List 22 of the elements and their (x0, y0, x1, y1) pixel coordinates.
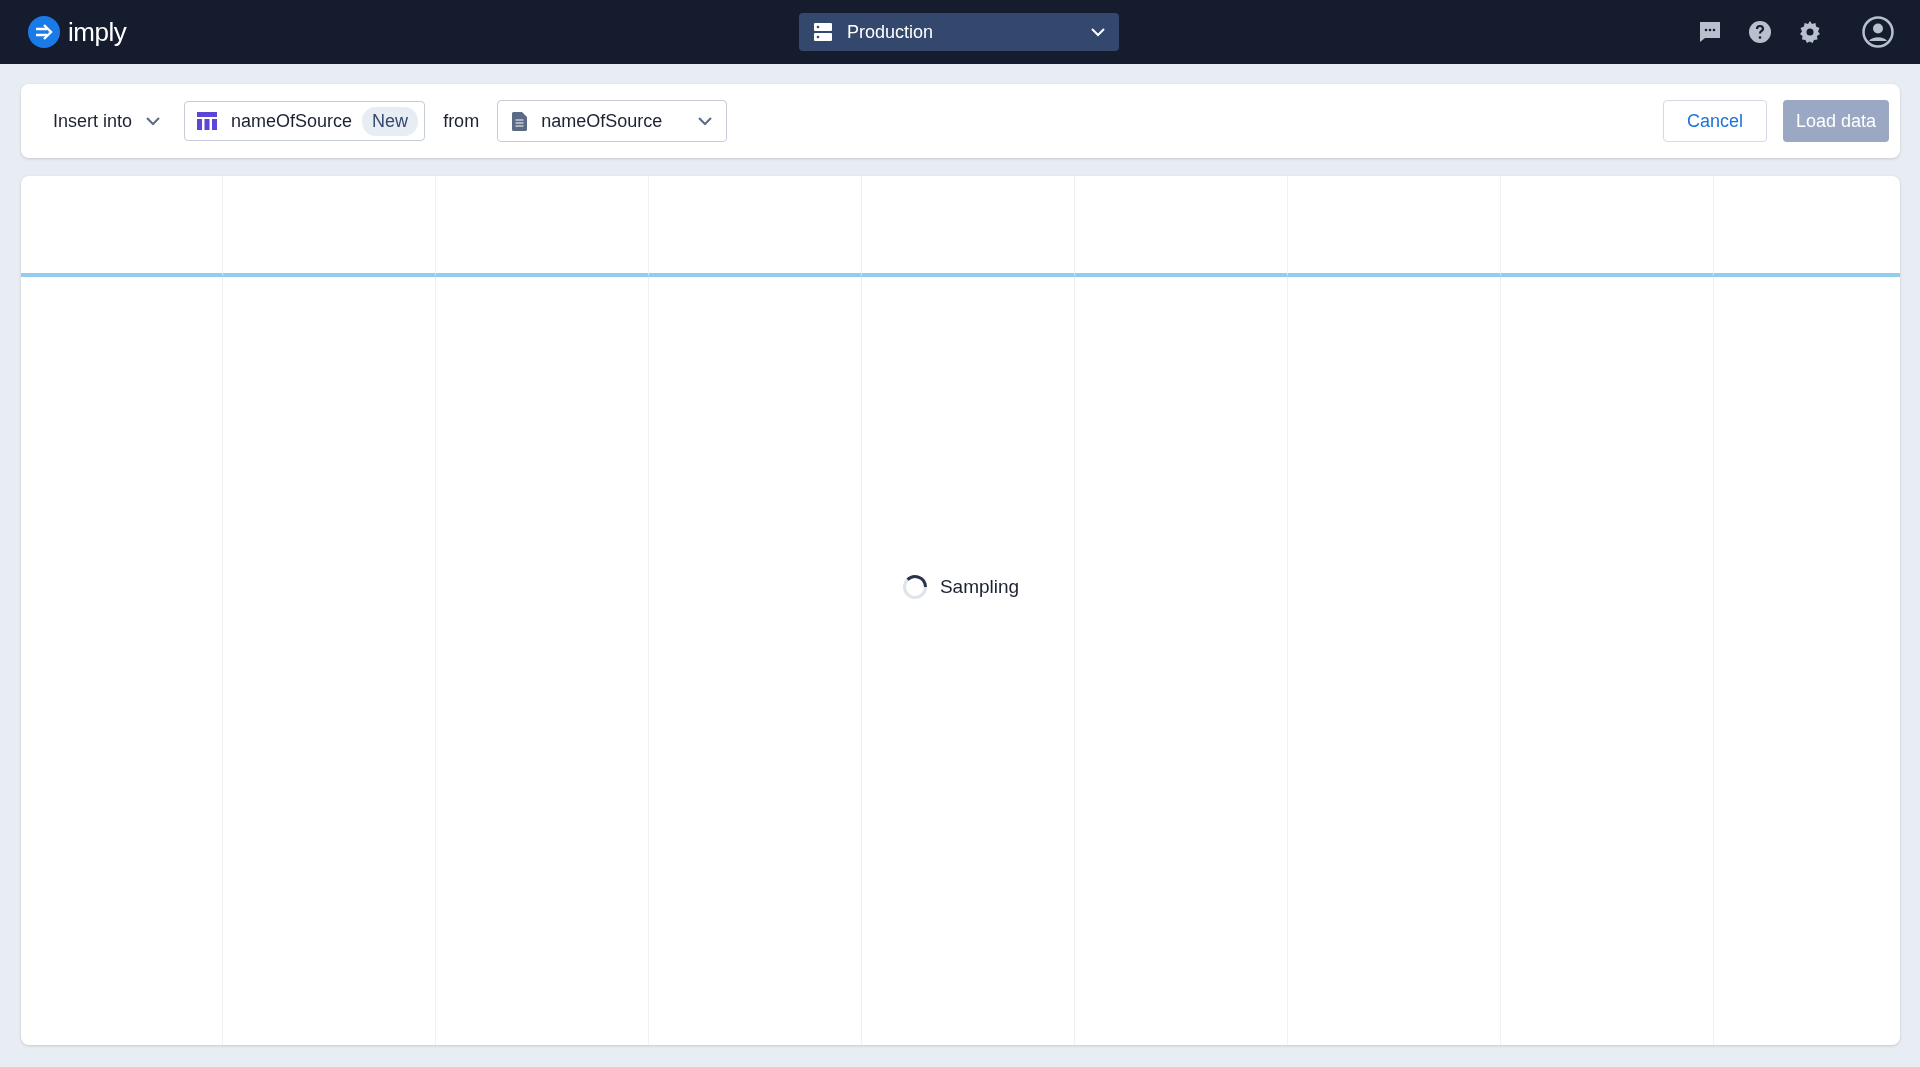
new-tag: New (362, 106, 419, 136)
chat-icon[interactable] (1698, 20, 1722, 44)
chevron-down-icon (1091, 27, 1105, 37)
user-avatar-icon[interactable] (1862, 16, 1894, 48)
chevron-down-icon (146, 116, 161, 126)
logo-text: imply (68, 16, 127, 48)
settings-icon[interactable] (1798, 20, 1822, 44)
from-label: from (442, 110, 481, 132)
table-name-field[interactable]: nameOfSource New (184, 101, 426, 141)
table-name: nameOfSource (231, 110, 353, 132)
spinner-icon (901, 574, 928, 600)
chevron-down-icon (698, 116, 713, 126)
status-text: Sampling (939, 576, 1020, 598)
logo-icon (28, 16, 60, 48)
document-icon (512, 111, 528, 131)
help-icon[interactable] (1748, 20, 1772, 44)
table-icon (197, 112, 218, 130)
source-dropdown[interactable]: nameOfSource (497, 100, 728, 142)
server-icon (813, 22, 833, 42)
cancel-button[interactable]: Cancel (1662, 100, 1767, 142)
environment-dropdown[interactable]: Production (799, 13, 1119, 51)
insert-mode-dropdown[interactable]: Insert into (53, 110, 169, 132)
